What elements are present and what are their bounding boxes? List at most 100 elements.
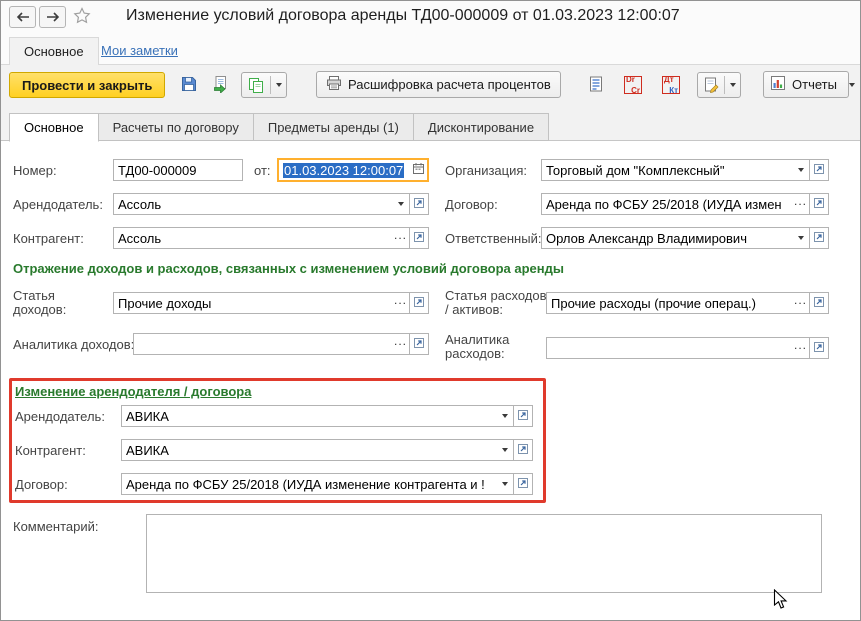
- change-landlord-field[interactable]: АВИКА: [121, 405, 533, 427]
- change-counterparty-field[interactable]: АВИКА: [121, 439, 533, 461]
- income-item-label: Статья доходов:: [13, 289, 66, 317]
- document-pencil-icon: [698, 73, 724, 97]
- expense-item-label: Статья расходов / активов:: [445, 289, 547, 317]
- bar-chart-icon: [770, 75, 786, 94]
- change-contract-value: Аренда по ФСБУ 25/2018 (ИУДА изменение к…: [126, 476, 485, 492]
- income-item-value: Прочие доходы: [118, 295, 212, 311]
- save-button[interactable]: [177, 73, 201, 97]
- post-and-close-button[interactable]: Провести и закрыть: [9, 72, 166, 98]
- back-button[interactable]: [9, 6, 36, 28]
- choose-button[interactable]: [392, 293, 409, 313]
- contract-field[interactable]: Аренда по ФСБУ 25/2018 (ИУДА измен: [541, 193, 829, 215]
- dropdown-button[interactable]: [496, 406, 513, 426]
- printer-icon: [326, 75, 342, 94]
- drcr-stamp-icon: Dr Cr: [624, 75, 642, 95]
- expense-analytics-field[interactable]: [546, 337, 829, 359]
- document-versions-button[interactable]: [697, 72, 741, 98]
- landlord-field[interactable]: Ассоль: [113, 193, 429, 215]
- expense-item-field[interactable]: Прочие расходы (прочие операц.): [546, 292, 829, 314]
- income-item-label-line2: доходов:: [13, 302, 67, 317]
- expense-item-value: Прочие расходы (прочие операц.): [551, 295, 756, 311]
- open-button[interactable]: [809, 292, 829, 314]
- contract-value: Аренда по ФСБУ 25/2018 (ИУДА измен: [546, 196, 782, 212]
- caret-down-icon: [501, 448, 508, 452]
- open-button[interactable]: [809, 337, 829, 359]
- dropdown-button[interactable]: [392, 194, 409, 214]
- chevron-down-icon[interactable]: [848, 82, 855, 87]
- reports-label: Отчеты: [792, 77, 837, 92]
- dtkt-stamp-icon: Дт Кт: [662, 75, 680, 95]
- nav-link-my-notes[interactable]: Мои заметки: [101, 43, 178, 58]
- drcr-records-button[interactable]: Dr Cr: [621, 73, 645, 97]
- forward-arrow-icon: [46, 10, 60, 25]
- favorite-star-icon[interactable]: [73, 7, 91, 28]
- register-records-button[interactable]: [584, 73, 608, 97]
- change-contract-field[interactable]: Аренда по ФСБУ 25/2018 (ИУДА изменение к…: [121, 473, 533, 495]
- open-form-icon: [517, 409, 529, 424]
- dropdown-button[interactable]: [792, 160, 809, 180]
- change-section-title[interactable]: Изменение арендодателя / договора: [15, 384, 251, 399]
- income-analytics-field[interactable]: [133, 333, 429, 355]
- choose-button[interactable]: [792, 194, 809, 214]
- open-button[interactable]: [513, 405, 533, 427]
- income-item-field[interactable]: Прочие доходы: [113, 292, 429, 314]
- chevron-down-icon[interactable]: [725, 83, 740, 87]
- tab-main[interactable]: Основное: [9, 113, 99, 142]
- dropdown-button[interactable]: [496, 440, 513, 460]
- dropdown-button[interactable]: [496, 474, 513, 494]
- open-form-icon: [813, 197, 825, 212]
- ellipsis-icon: [794, 296, 807, 310]
- choose-button[interactable]: [392, 228, 409, 248]
- contract-label: Договор:: [445, 197, 498, 212]
- caret-down-icon: [797, 168, 804, 172]
- dtkt-top-label: Дт: [664, 75, 674, 84]
- open-form-icon: [517, 477, 529, 492]
- open-form-icon: [413, 231, 425, 246]
- date-value: 01.03.2023 12:00:07: [279, 162, 410, 178]
- interest-calculation-button[interactable]: Расшифровка расчета процентов: [316, 71, 561, 98]
- open-form-icon: [813, 163, 825, 178]
- open-button[interactable]: [513, 439, 533, 461]
- choose-button[interactable]: [392, 334, 409, 354]
- choose-button[interactable]: [792, 338, 809, 358]
- ellipsis-icon: [394, 231, 407, 245]
- forward-button[interactable]: [39, 6, 66, 28]
- expense-analytics-label-line2: расходов:: [445, 346, 505, 361]
- open-button[interactable]: [513, 473, 533, 495]
- caret-down-icon: [501, 414, 508, 418]
- open-button[interactable]: [809, 193, 829, 215]
- tab-discounting[interactable]: Дисконтирование: [412, 113, 550, 141]
- dropdown-button[interactable]: [792, 228, 809, 248]
- tab-lease-items-label: Предметы аренды (1): [267, 119, 399, 135]
- open-button[interactable]: [809, 227, 829, 249]
- landlord-label: Арендодатель:: [13, 197, 103, 212]
- comment-textarea[interactable]: [146, 514, 822, 593]
- open-button[interactable]: [409, 333, 429, 355]
- open-button[interactable]: [409, 227, 429, 249]
- change-contract-label: Договор:: [15, 477, 68, 492]
- reports-button[interactable]: Отчеты: [763, 71, 855, 98]
- caret-down-icon: [397, 202, 404, 206]
- open-form-icon: [413, 337, 425, 352]
- document-lines-icon: [587, 75, 605, 96]
- responsible-field[interactable]: Орлов Александр Владимирович: [541, 227, 829, 249]
- tab-lease-items[interactable]: Предметы аренды (1): [252, 113, 414, 141]
- counterparty-field[interactable]: Ассоль: [113, 227, 429, 249]
- calendar-button[interactable]: [410, 160, 427, 180]
- organization-field[interactable]: Торговый дом "Комплексный": [541, 159, 829, 181]
- ellipsis-icon: [794, 341, 807, 355]
- post-document-button[interactable]: [209, 73, 233, 97]
- number-input[interactable]: ТД00-000009: [113, 159, 243, 181]
- create-based-on-button[interactable]: [241, 72, 287, 98]
- document-green-arrow-icon: [212, 75, 230, 96]
- tab-contract-settlements[interactable]: Расчеты по договору: [97, 113, 254, 141]
- open-button[interactable]: [809, 159, 829, 181]
- open-button[interactable]: [409, 193, 429, 215]
- date-input[interactable]: 01.03.2023 12:00:07: [277, 158, 429, 182]
- chevron-down-icon[interactable]: [271, 83, 286, 87]
- dtkt-records-button[interactable]: Дт Кт: [659, 73, 683, 97]
- open-button[interactable]: [409, 292, 429, 314]
- nav-tab-main[interactable]: Основное: [9, 37, 99, 65]
- date-selected-text: 01.03.2023 12:00:07: [283, 162, 405, 178]
- choose-button[interactable]: [792, 293, 809, 313]
